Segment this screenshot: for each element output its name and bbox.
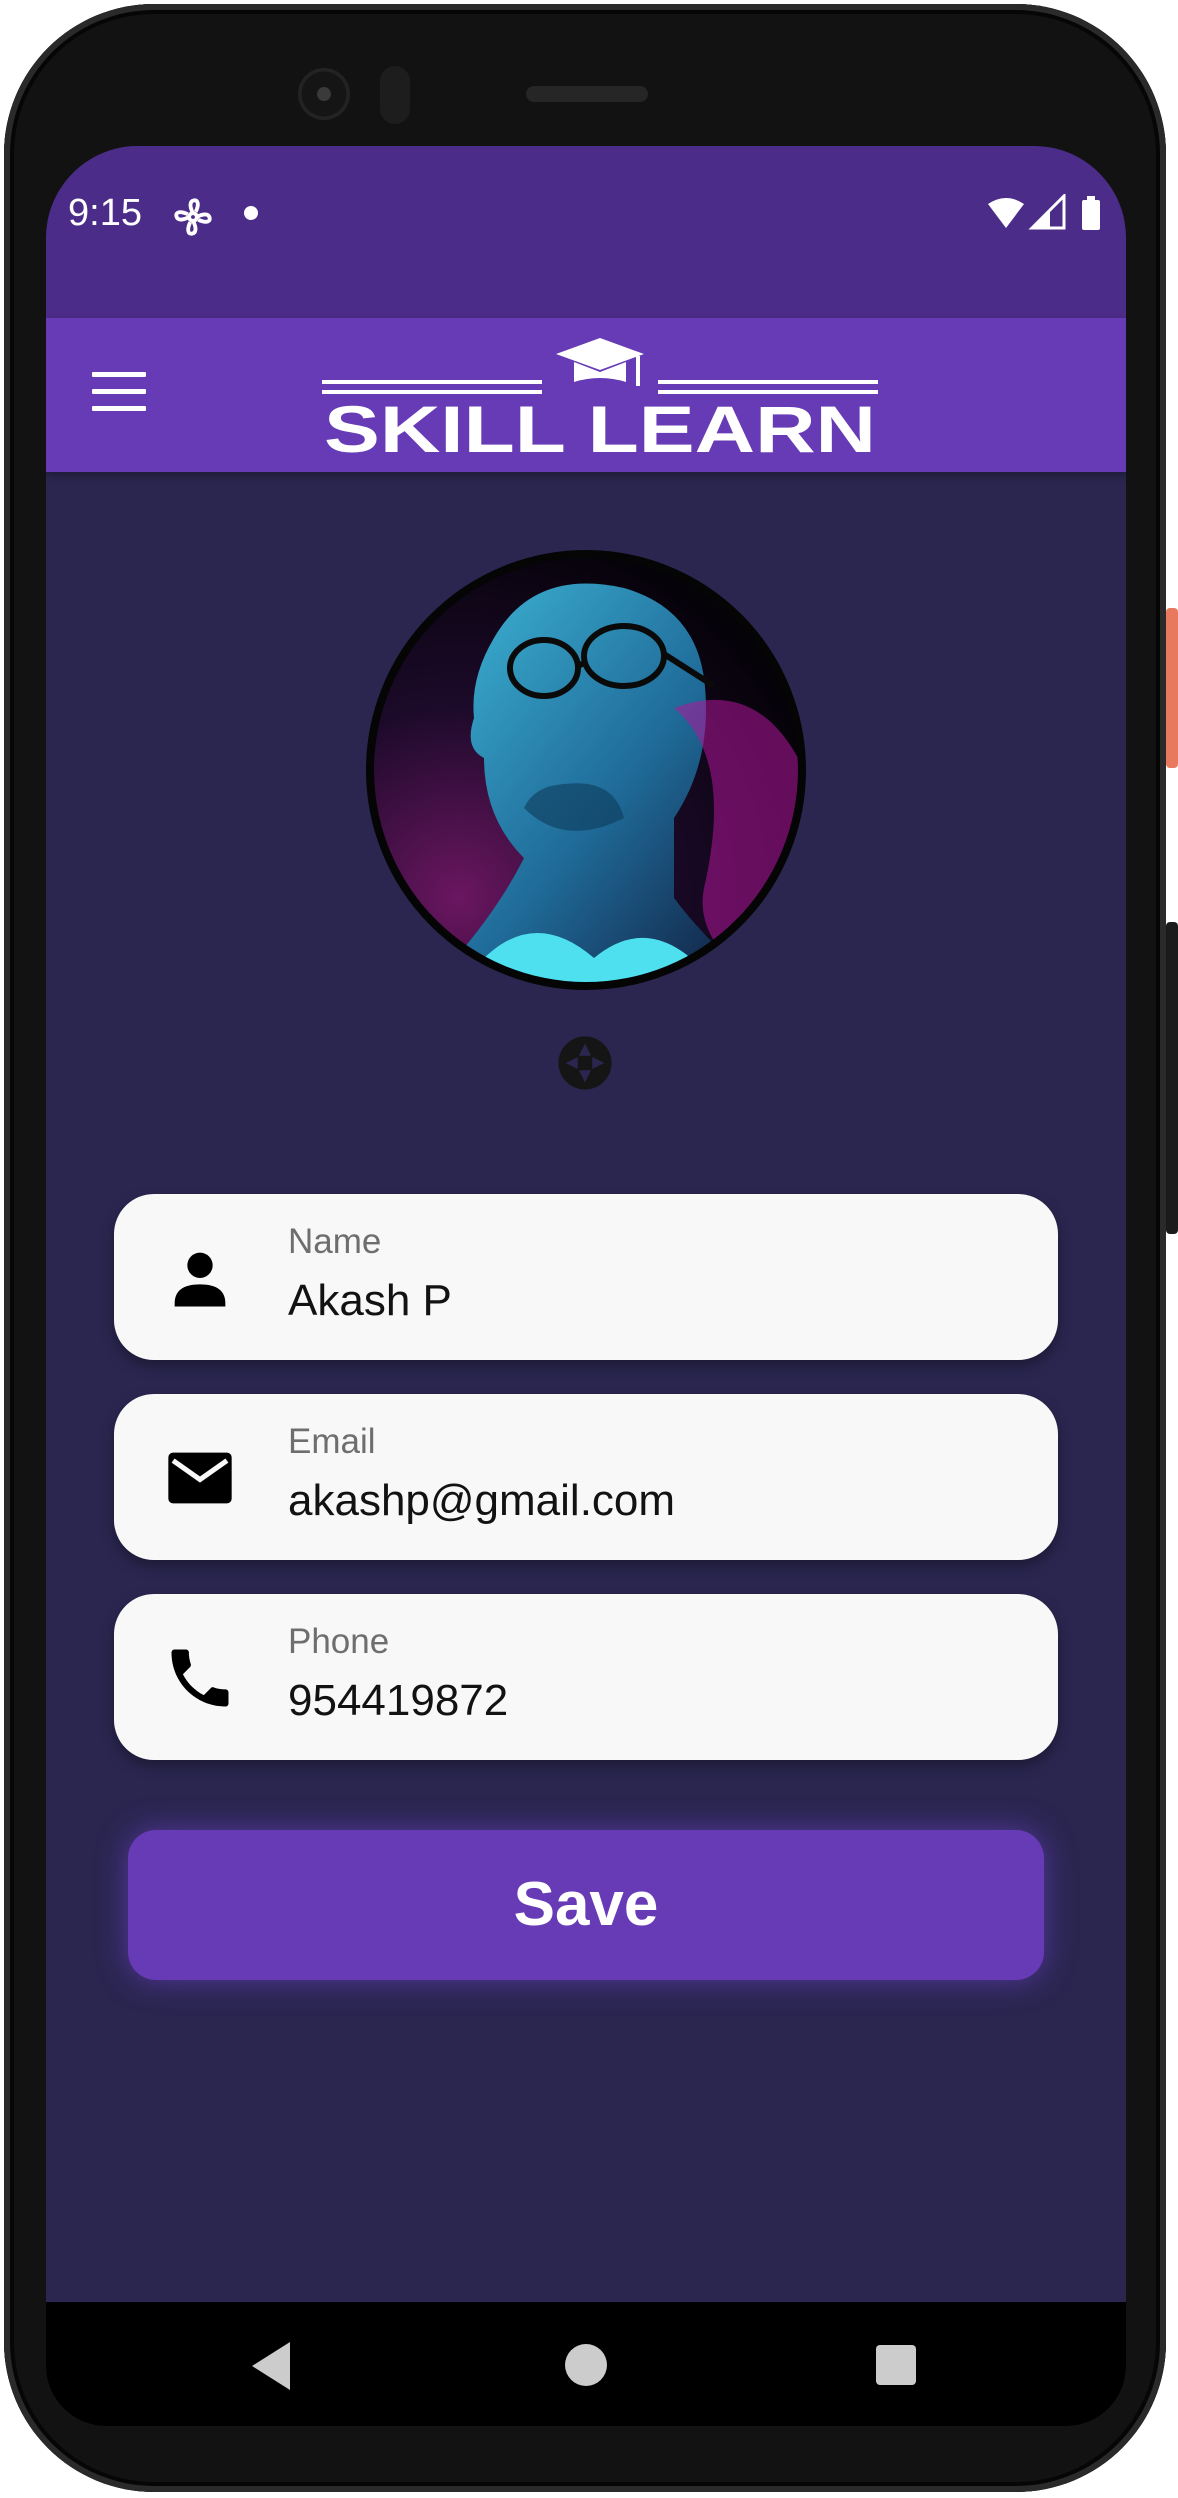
back-icon[interactable] <box>252 2342 290 2390</box>
battery-icon <box>1082 200 1100 230</box>
notification-dot-icon <box>244 206 258 220</box>
name-value[interactable]: Akash P <box>288 1276 452 1326</box>
email-field[interactable]: Email akashp@gmail.com <box>114 1394 1058 1560</box>
screen: 9:15 SKILL LEARN Name Akash P Email akas… <box>46 146 1126 2426</box>
wifi-icon <box>988 198 1024 228</box>
avatar[interactable] <box>366 550 806 990</box>
avatar-photo <box>374 558 798 982</box>
email-value[interactable]: akashp@gmail.com <box>288 1476 675 1526</box>
phone-value[interactable]: 954419872 <box>288 1676 508 1726</box>
status-icons <box>988 194 1100 230</box>
system-nav-bar <box>46 2302 1126 2426</box>
skill-learn-logo: SKILL LEARN <box>322 338 878 460</box>
app-bar: SKILL LEARN <box>46 318 1126 472</box>
earpiece-speaker <box>526 86 648 102</box>
home-icon[interactable] <box>565 2344 607 2386</box>
logo-text: SKILL LEARN <box>324 392 876 460</box>
email-label: Email <box>288 1422 376 1461</box>
status-bar: 9:15 <box>46 146 1126 318</box>
phone-field[interactable]: Phone 954419872 <box>114 1594 1058 1760</box>
power-button <box>1166 608 1178 768</box>
phone-label: Phone <box>288 1622 390 1661</box>
name-field[interactable]: Name Akash P <box>114 1194 1058 1360</box>
save-button[interactable]: Save <box>128 1830 1044 1980</box>
camera-shutter-icon[interactable] <box>556 1034 614 1092</box>
recents-icon[interactable] <box>876 2345 916 2385</box>
hamburger-menu-icon[interactable] <box>92 372 146 418</box>
phone-device: 9:15 SKILL LEARN Name Akash P Email akas… <box>0 0 1178 2498</box>
volume-button <box>1166 922 1178 1234</box>
fan-icon <box>174 198 212 236</box>
phone-icon <box>171 1649 229 1707</box>
graduation-cap-icon <box>556 338 644 386</box>
name-label: Name <box>288 1222 382 1261</box>
proximity-sensor <box>380 66 410 124</box>
person-icon <box>174 1252 226 1307</box>
mail-icon <box>168 1452 232 1504</box>
status-time: 9:15 <box>68 192 142 234</box>
front-camera <box>298 68 350 120</box>
